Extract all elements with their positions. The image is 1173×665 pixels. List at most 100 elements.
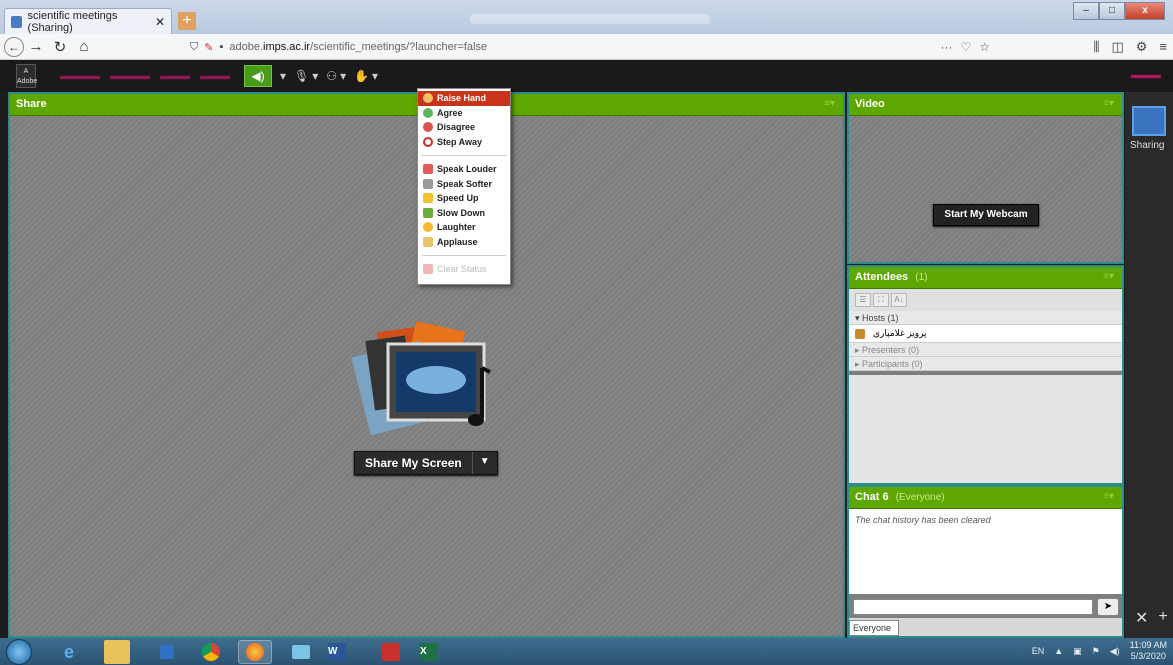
- volume-icon[interactable]: ◀): [1110, 646, 1120, 657]
- pocket-icon[interactable]: ♡: [960, 40, 971, 54]
- start-webcam-button[interactable]: Start My Webcam: [933, 204, 1039, 226]
- chrome-icon[interactable]: [194, 640, 228, 664]
- menu-meeting[interactable]: ▬▬▬▬: [60, 71, 100, 82]
- firefox-icon[interactable]: [238, 640, 272, 664]
- menu-item-laughter[interactable]: Laughter: [418, 220, 510, 235]
- video-pod-title: Video: [855, 98, 885, 110]
- pod-options-icon[interactable]: ≡▾: [824, 98, 835, 109]
- menu-separator: [422, 155, 506, 156]
- page-actions-icon[interactable]: ···: [940, 40, 952, 54]
- folder-icon[interactable]: [284, 640, 318, 664]
- menu-item-speak-louder[interactable]: Speak Louder: [418, 162, 510, 177]
- action-center-flag-icon[interactable]: ⚑: [1092, 646, 1100, 657]
- menu-item-agree[interactable]: Agree: [418, 106, 510, 121]
- webcam-button[interactable]: ⚇ ▾: [326, 65, 346, 87]
- adobe-connect-favicon-icon: [11, 15, 22, 28]
- presenters-group[interactable]: ▸ Presenters (0): [849, 343, 1122, 357]
- camera-blocked-icon[interactable]: ✎: [204, 41, 213, 54]
- reload-icon[interactable]: ↻: [48, 36, 72, 58]
- close-window-button[interactable]: x: [1125, 2, 1165, 20]
- breakout-view-icon[interactable]: ⛶: [873, 293, 889, 307]
- hamburger-menu-icon[interactable]: ≡: [1159, 39, 1167, 55]
- menu-item-disagree[interactable]: Disagree: [418, 120, 510, 135]
- chat-input[interactable]: [853, 599, 1093, 615]
- back-arrow-icon[interactable]: ←: [4, 36, 24, 57]
- share-pod-title: Share: [16, 98, 47, 110]
- forward-arrow-icon[interactable]: →: [24, 36, 48, 58]
- adobe-connect-app: A Adobe ▬▬▬▬ ▬▬▬▬ ▬▬▬ ▬▬▬ ◀) ▾ 🎙 ▾ ⚇ ▾ ✋ …: [0, 60, 1173, 638]
- language-indicator[interactable]: EN: [1032, 646, 1045, 656]
- sharing-layout-thumbnail[interactable]: [1132, 106, 1166, 136]
- list-view-icon[interactable]: ☰: [855, 293, 871, 307]
- blurred-menu-items: ▬▬▬▬ ▬▬▬▬ ▬▬▬ ▬▬▬: [60, 71, 230, 82]
- bookmark-star-icon[interactable]: ☆: [979, 40, 990, 54]
- chat-cleared-message: The chat history has been cleared: [855, 515, 991, 525]
- address-bar[interactable]: ⛉ ✎ ▪ adobe.imps.ac.ir/scientific_meetin…: [190, 37, 990, 57]
- menu-audio[interactable]: ▬▬▬: [200, 71, 230, 82]
- tab-close-icon[interactable]: ✕: [155, 15, 165, 29]
- participants-group[interactable]: ▸ Participants (0): [849, 357, 1122, 371]
- sidebar-icon[interactable]: ◫: [1111, 39, 1123, 55]
- collapse-icon[interactable]: ✕: [1135, 608, 1148, 628]
- clock-date: 5/3/2020: [1130, 651, 1166, 661]
- extension-icon[interactable]: ⚙: [1136, 39, 1148, 55]
- media-player-icon[interactable]: [150, 640, 184, 664]
- menu-item-raise-hand[interactable]: Raise Hand: [418, 91, 510, 106]
- show-hidden-icons-icon[interactable]: ▲: [1054, 646, 1063, 656]
- send-message-icon[interactable]: ➤: [1097, 598, 1119, 616]
- menu-item-applause[interactable]: Applause: [418, 235, 510, 250]
- network-icon[interactable]: ▣: [1073, 646, 1082, 657]
- acrobat-icon[interactable]: [374, 640, 408, 664]
- internet-explorer-icon[interactable]: e: [52, 640, 86, 664]
- system-tray: EN ▲ ▣ ⚑ ◀) 11:09 AM 5/3/2020: [1032, 640, 1167, 662]
- menu-item-speed-up[interactable]: Speed Up: [418, 191, 510, 206]
- video-pod-header: Video ≡▾: [849, 94, 1122, 116]
- start-button-icon[interactable]: [6, 639, 32, 665]
- chat-pod-header: Chat 6 (Everyone) ≡▾: [849, 487, 1122, 509]
- attendees-pod-header: Attendees (1) ≡▾: [849, 267, 1122, 289]
- excel-icon[interactable]: X: [412, 640, 446, 664]
- clear-status-icon: [423, 264, 433, 275]
- minimize-button[interactable]: –: [1073, 2, 1099, 20]
- shield-icon[interactable]: ⛉: [190, 41, 198, 54]
- attendee-row[interactable]: پرویز غلامپاری: [849, 325, 1122, 343]
- menu-item-clear-status[interactable]: Clear Status: [418, 262, 510, 277]
- pod-options-icon[interactable]: ≡▾: [1103, 491, 1114, 502]
- share-dropdown-icon[interactable]: ▼: [473, 452, 497, 474]
- library-icon[interactable]: ⫼: [1093, 39, 1099, 55]
- laughter-icon: [423, 222, 433, 233]
- microphone-button[interactable]: 🎙 ▾: [294, 65, 318, 87]
- maximize-button[interactable]: □: [1099, 2, 1125, 20]
- menu-item-speak-softer[interactable]: Speak Softer: [418, 177, 510, 192]
- help-menu[interactable]: ▬▬▬: [1131, 70, 1161, 81]
- clock[interactable]: 11:09 AM 5/3/2020: [1130, 640, 1167, 662]
- speed-up-icon: [423, 193, 433, 204]
- status-button[interactable]: ✋ ▾: [354, 65, 378, 87]
- lock-icon[interactable]: ▪: [219, 41, 223, 53]
- speaker-button[interactable]: ◀): [244, 65, 272, 87]
- menu-item-slow-down[interactable]: Slow Down: [418, 206, 510, 221]
- speaker-dropdown-icon[interactable]: ▾: [280, 65, 286, 87]
- new-tab-button[interactable]: +: [178, 12, 196, 30]
- sort-icon[interactable]: A↓: [891, 293, 907, 307]
- pod-options-icon[interactable]: ≡▾: [1103, 271, 1114, 282]
- file-explorer-icon[interactable]: [104, 640, 130, 664]
- browser-toolbar-right: ⫼ ◫ ⚙ ≡: [1093, 39, 1167, 55]
- share-media-icon: [351, 321, 491, 436]
- pod-options-icon[interactable]: ≡▾: [1103, 98, 1114, 109]
- menu-pods[interactable]: ▬▬▬: [160, 71, 190, 82]
- add-layout-icon[interactable]: +: [1158, 608, 1167, 628]
- chat-history: The chat history has been cleared: [849, 509, 1122, 594]
- url-text[interactable]: adobe.imps.ac.ir/scientific_meetings/?la…: [229, 41, 487, 53]
- share-my-screen-button[interactable]: Share My Screen ▼: [354, 451, 498, 475]
- word-icon[interactable]: W: [320, 640, 354, 664]
- speak-softer-icon: [423, 178, 433, 189]
- hosts-group[interactable]: ▾ Hosts (1): [849, 311, 1122, 325]
- window-controls: – □ x: [1073, 2, 1165, 20]
- step-away-icon: [423, 136, 433, 147]
- menu-item-step-away[interactable]: Step Away: [418, 135, 510, 150]
- menu-layouts[interactable]: ▬▬▬▬: [110, 71, 150, 82]
- home-icon[interactable]: ⌂: [72, 36, 96, 58]
- chat-tab-everyone[interactable]: Everyone: [849, 620, 899, 636]
- browser-tab[interactable]: scientific meetings (Sharing) ✕: [4, 8, 172, 34]
